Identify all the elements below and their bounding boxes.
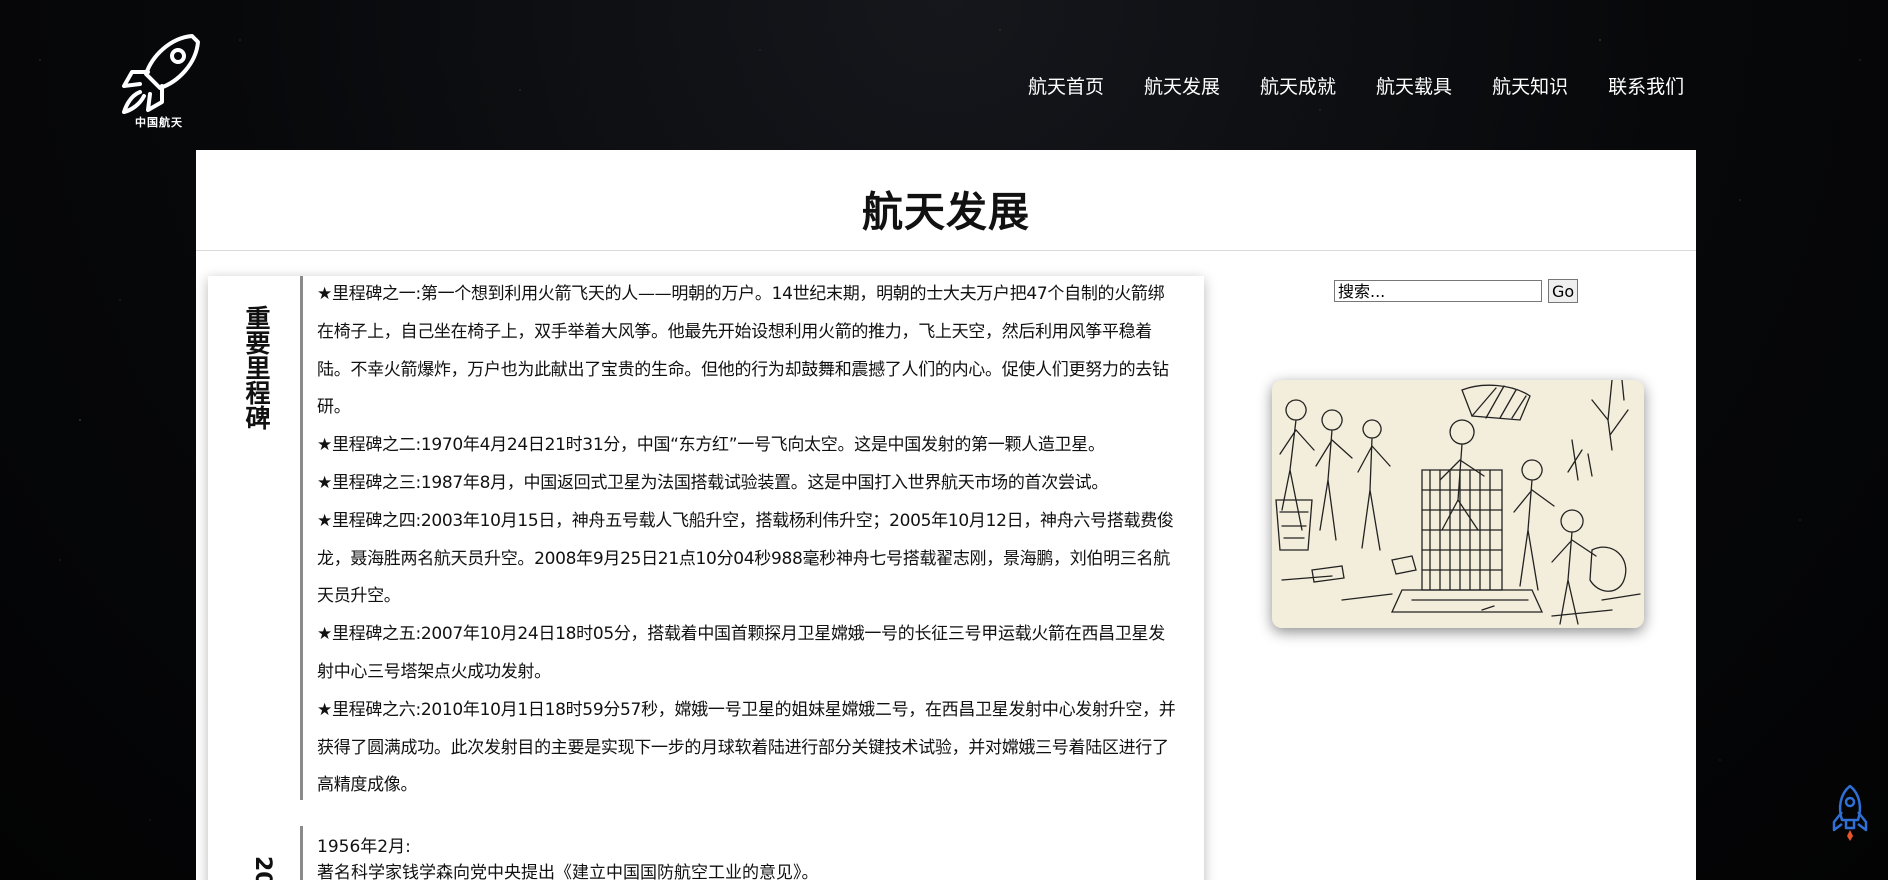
nav-item-achievements[interactable]: 航天成就 [1260, 72, 1336, 99]
rocket-logo-icon [122, 34, 200, 114]
logo-text: 中国航天 [135, 116, 183, 129]
milestone-item: ★里程碑之三:1987年8月，中国返回式卫星为法国搭载试验装置。这是中国打入世界… [317, 472, 1109, 493]
title-divider [196, 250, 1696, 251]
nav-item-vehicles[interactable]: 航天载具 [1376, 72, 1452, 99]
section-label: 重要里程碑 [245, 304, 271, 433]
main-nav: 航天首页 航天发展 航天成就 航天载具 航天知识 联系我们 [1028, 72, 1684, 99]
milestone-item: ★里程碑之六:2010年10月1日18时59分57秒，嫦娥一号卫星的姐妹星嫦娥二… [317, 699, 1176, 796]
wanhu-illustration [1272, 380, 1644, 628]
milestone-item: ★里程碑之二:1970年4月24日21时31分，中国“东方红”一号飞向太空。这是… [317, 435, 1105, 456]
rocket-icon [1832, 784, 1868, 841]
search-form: Go [1334, 279, 1579, 303]
search-input[interactable] [1334, 280, 1542, 302]
year-entry: 1956年2月: 著名科学家钱学森向党中央提出《建立中国国防航空工业的意见》。 [303, 826, 1181, 880]
nav-item-home[interactable]: 航天首页 [1028, 72, 1104, 99]
nav-item-knowledge[interactable]: 航天知识 [1492, 72, 1568, 99]
year-entry-date: 1956年2月: [317, 837, 411, 857]
milestone-card: 重要里程碑 ★里程碑之一:第一个想到利用火箭飞天的人——明朝的万户。14世纪末期… [208, 276, 1204, 880]
go-button[interactable]: Go [1548, 279, 1579, 303]
nav-item-development[interactable]: 航天发展 [1144, 72, 1220, 99]
milestone-list: ★里程碑之一:第一个想到利用火箭飞天的人——明朝的万户。14世纪末期，明朝的士大… [303, 276, 1181, 805]
second-section-label: 20 [250, 856, 275, 880]
timeline-body: ★里程碑之一:第一个想到利用火箭飞天的人——明朝的万户。14世纪末期，明朝的士大… [300, 276, 1181, 800]
historical-illustration [1272, 380, 1644, 628]
timeline-body-2: 1956年2月: 著名科学家钱学森向党中央提出《建立中国国防航空工业的意见》。 [300, 826, 1181, 880]
milestone-item: ★里程碑之一:第一个想到利用火箭飞天的人——明朝的万户。14世纪末期，明朝的士大… [317, 284, 1169, 418]
logo[interactable]: 中国航天 [118, 30, 208, 134]
content-panel: 航天发展 重要里程碑 ★里程碑之一:第一个想到利用火箭飞天的人——明朝的万户。1… [196, 150, 1696, 880]
milestone-item: ★里程碑之四:2003年10月15日，神舟五号载人飞船升空，搭载杨利伟升空；20… [317, 510, 1174, 607]
milestone-item: ★里程碑之五:2007年10月24日18时05分，搭载着中国首颗探月卫星嫦娥一号… [317, 624, 1165, 682]
year-entry-text: 著名科学家钱学森向党中央提出《建立中国国防航空工业的意见》。 [317, 863, 819, 880]
page-title: 航天发展 [862, 188, 1030, 236]
nav-item-contact[interactable]: 联系我们 [1608, 72, 1684, 99]
back-to-top-rocket[interactable] [1830, 784, 1870, 842]
